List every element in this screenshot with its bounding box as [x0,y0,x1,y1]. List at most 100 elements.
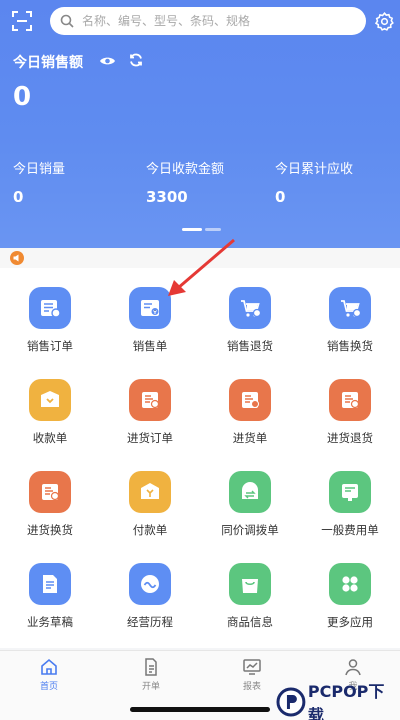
tile[interactable] [29,563,71,605]
user-icon [345,659,361,676]
purchase-return-icon [342,392,360,409]
tile[interactable] [129,471,171,513]
function-grid: 销售订单 销售单 销售退货 销售换货 收款单 进货订单 进货单 进货退货 进货换… [0,268,400,648]
tab-label: 开单 [141,682,160,692]
grid-item-sales-slip[interactable]: 销售单 [100,268,200,360]
grid-item-label: 进货换货 [27,523,73,537]
grid-item-sales-exchange[interactable]: 销售换货 [300,268,400,360]
tile[interactable] [329,287,371,329]
home-icon [41,658,57,675]
payment-icon [141,483,159,499]
purchase-order-icon [142,392,160,409]
watermark-text: PCPOP下载 [307,682,385,720]
pcpop-logo-icon [276,687,306,717]
notice-strip [0,248,400,268]
tile[interactable] [229,287,271,329]
today-sales-value: 0 [13,82,32,112]
carousel-dot[interactable] [205,228,221,231]
grid-item-label: 更多应用 [327,615,373,629]
home-indicator [130,707,270,712]
grid-item-payment[interactable]: 付款单 [100,452,200,544]
today-sales-label: 今日销售额 [13,55,83,71]
sales-exchange-icon [341,300,362,318]
grid-item-label: 一般费用单 [321,523,379,537]
grid-item-label: 同价调拨单 [221,523,279,537]
sales-slip-icon [141,300,159,316]
carousel-indicator[interactable] [182,228,221,231]
stat-value: 0 [13,188,24,206]
stat-label: 今日收款金额 [146,162,225,177]
tab-reports[interactable]: 报表 [222,657,282,692]
grid-item-sales-return[interactable]: 销售退货 [200,268,300,360]
grid-item-label: 业务草稿 [27,615,73,629]
purchase-slip-icon [242,392,259,408]
grid-item-label: 进货订单 [127,431,173,445]
grid-item-label: 付款单 [132,523,168,537]
grid-item-history[interactable]: 经营历程 [100,544,200,636]
grid-item-label: 经营历程 [127,615,173,629]
tile[interactable] [329,471,371,513]
stat-label: 今日累计应收 [275,162,354,177]
sales-order-icon [41,300,61,318]
more-apps-icon [342,576,358,592]
stat-today-receivable: 今日累计应收 0 [275,158,353,206]
tile[interactable] [29,471,71,513]
tile[interactable] [129,287,171,329]
stat-today-received: 今日收款金额 3300 [146,158,224,206]
product-icon [242,579,258,593]
tile[interactable] [229,379,271,421]
search-bar[interactable] [50,7,366,35]
refresh-icon[interactable] [128,52,144,68]
scan-icon[interactable] [11,10,33,32]
stat-today-quantity: 今日销量 0 [13,158,65,206]
sales-return-icon [241,300,262,318]
grid-item-label: 销售订单 [27,339,73,353]
tab-label: 首页 [39,682,58,692]
gear-icon[interactable] [374,11,395,32]
tile[interactable] [329,379,371,421]
receipt-icon [41,391,59,407]
tile[interactable] [29,379,71,421]
grid-item-label: 进货退货 [327,431,373,445]
grid-item-transfer[interactable]: 同价调拨单 [200,452,300,544]
draft-icon [43,575,57,593]
expense-icon [342,484,358,501]
purchase-exchange-icon [42,484,60,501]
grid-item-draft[interactable]: 业务草稿 [0,544,100,636]
grid-item-label: 销售换货 [327,339,373,353]
grid-item-purchase-order[interactable]: 进货订单 [100,360,200,452]
grid-item-sales-order[interactable]: 销售订单 [0,268,100,360]
tile[interactable] [129,379,171,421]
search-input[interactable] [82,14,366,28]
eye-icon[interactable] [99,54,116,68]
grid-item-purchase-exchange[interactable]: 进货换货 [0,452,100,544]
carousel-dot[interactable] [182,228,202,231]
watermark: PCPOP下载 [276,682,400,720]
tile[interactable] [129,563,171,605]
tab-create-order[interactable]: 开单 [121,657,181,692]
grid-item-expense[interactable]: 一般费用单 [300,452,400,544]
document-icon [145,658,157,676]
history-icon [141,575,159,593]
tile[interactable] [329,563,371,605]
grid-item-product[interactable]: 商品信息 [200,544,300,636]
tile[interactable] [229,471,271,513]
stat-label: 今日销量 [13,162,66,177]
grid-item-more-apps[interactable]: 更多应用 [300,544,400,636]
tile[interactable] [29,287,71,329]
tab-home[interactable]: 首页 [19,657,79,692]
grid-item-purchase-slip[interactable]: 进货单 [200,360,300,452]
grid-item-purchase-return[interactable]: 进货退货 [300,360,400,452]
report-icon [243,659,261,675]
transfer-icon [242,482,258,499]
grid-item-receipt[interactable]: 收款单 [0,360,100,452]
header-panel: 今日销售额 0 今日销量 0 今日收款金额 3300 今日累计应收 0 [0,0,400,248]
tab-label: 报表 [242,682,261,692]
announcement-icon[interactable] [10,251,24,265]
grid-item-label: 收款单 [32,431,68,445]
tile[interactable] [229,563,271,605]
grid-item-label: 进货单 [232,431,268,445]
stat-value: 0 [275,188,286,206]
search-icon [60,14,74,28]
grid-item-label: 销售退货 [227,339,273,353]
